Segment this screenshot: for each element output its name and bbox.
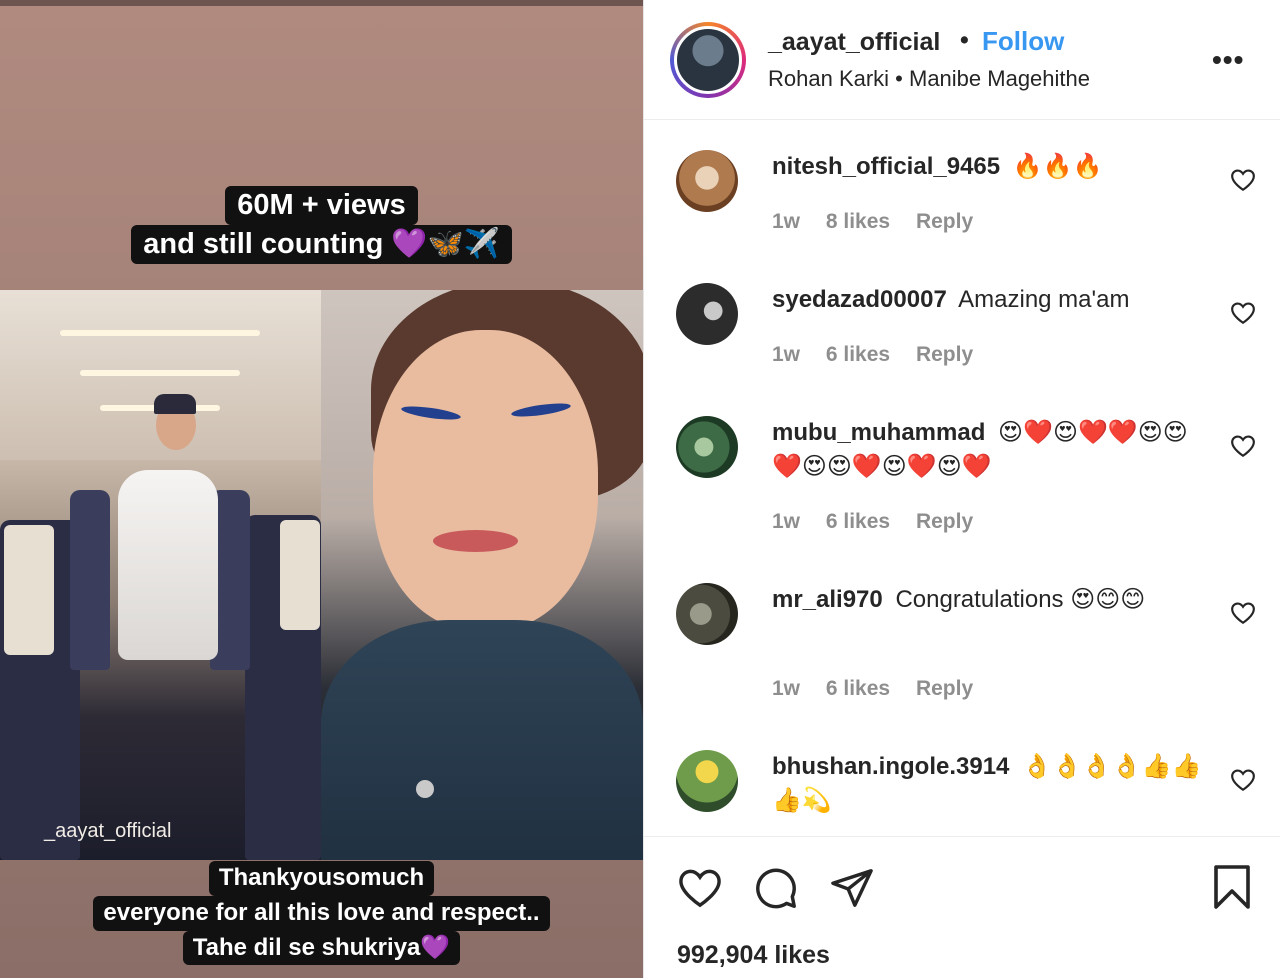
seat-headrest-cover: [280, 520, 320, 630]
author-username[interactable]: _aayat_official: [768, 28, 940, 57]
comment-avatar[interactable]: [676, 150, 738, 212]
comment-username[interactable]: bhushan.ingole.3914: [772, 753, 1009, 780]
comment-item: nitesh_official_9465 🔥🔥🔥 1w 8 likes Repl…: [644, 150, 1280, 260]
comment-time: 1w: [772, 343, 801, 366]
video-watermark: _aayat_official: [44, 820, 172, 842]
post-side-panel: _aayat_official • Follow Rohan Karki • M…: [643, 0, 1280, 978]
save-bookmark-icon[interactable]: [1212, 863, 1252, 911]
comment-text: syedazad00007 Amazing ma'am: [772, 283, 1212, 317]
cabin-light: [80, 370, 240, 376]
author-avatar[interactable]: [674, 26, 742, 94]
bottom-caption-line-3: Tahe dil se shukriya💜: [182, 930, 461, 966]
like-heart-icon[interactable]: [677, 867, 723, 909]
seat-headrest-cover: [4, 525, 54, 655]
comment-avatar[interactable]: [676, 583, 738, 645]
comment-body: Amazing ma'am: [958, 286, 1130, 313]
seat: [70, 490, 110, 670]
audio-info[interactable]: Rohan Karki • Manibe Magehithe: [768, 66, 1090, 92]
post-actions-bar: 992,904 likes: [644, 836, 1280, 978]
comment-reply-button[interactable]: Reply: [916, 210, 973, 233]
comment-likes[interactable]: 6 likes: [826, 343, 890, 366]
comment-item: syedazad00007 Amazing ma'am 1w 6 likes R…: [644, 283, 1280, 393]
follow-button[interactable]: Follow: [982, 26, 1064, 57]
comment-heart-icon[interactable]: [1230, 434, 1256, 458]
comment-heart-icon[interactable]: [1230, 601, 1256, 625]
cabin-light: [60, 330, 260, 336]
attendant-hat: [154, 394, 196, 414]
comment-reply-button[interactable]: Reply: [916, 343, 973, 366]
comment-avatar[interactable]: [676, 750, 738, 812]
comment-avatar[interactable]: [676, 416, 738, 478]
comment-text: bhushan.ingole.3914 👌👌👌👌👍👍👍💫: [772, 750, 1212, 818]
comment-reply-button[interactable]: Reply: [916, 510, 973, 533]
media-top-strip: [0, 0, 643, 6]
comment-icon[interactable]: [752, 865, 800, 911]
comment-meta: 1w 8 likes Reply: [772, 210, 993, 234]
comment-avatar[interactable]: [676, 283, 738, 345]
comment-time: 1w: [772, 677, 801, 700]
comment-username[interactable]: syedazad00007: [772, 286, 947, 313]
comment-meta: 1w 6 likes Reply: [772, 677, 993, 701]
comment-text: mubu_muhammad 😍❤️😍❤️❤️😍😍❤️😍😍❤️😍❤️😍❤️: [772, 416, 1212, 484]
likes-count[interactable]: 992,904 likes: [677, 941, 830, 970]
face: [373, 330, 598, 630]
comment-item: mr_ali970 Congratulations 😍😊😊 1w 6 likes…: [644, 583, 1280, 728]
comment-heart-icon[interactable]: [1230, 768, 1256, 792]
comment-heart-icon[interactable]: [1230, 301, 1256, 325]
author-story-ring[interactable]: [670, 22, 746, 98]
more-options-icon[interactable]: •••: [1212, 44, 1244, 76]
bottom-caption: Thankyousomuch everyone for all this lov…: [0, 861, 643, 966]
post-media[interactable]: 60M + views and still counting 💜🦋✈️ _aay…: [0, 0, 643, 978]
selfie-video-frame: [321, 290, 643, 860]
comment-text: nitesh_official_9465 🔥🔥🔥: [772, 150, 1212, 184]
top-caption: 60M + views and still counting 💜🦋✈️: [0, 186, 643, 264]
comment-text: mr_ali970 Congratulations 😍😊😊: [772, 583, 1212, 617]
shirt-button: [416, 780, 434, 798]
comment-item: mubu_muhammad 😍❤️😍❤️❤️😍😍❤️😍😍❤️😍❤️😍❤️ 1w …: [644, 416, 1280, 561]
comment-username[interactable]: mubu_muhammad: [772, 419, 985, 446]
share-paper-plane-icon[interactable]: [829, 867, 875, 909]
comment-likes[interactable]: 8 likes: [826, 210, 890, 233]
bottom-caption-line-2: everyone for all this love and respect..: [93, 895, 550, 931]
attendant-dress: [118, 470, 218, 660]
top-caption-line-2: and still counting 💜🦋✈️: [131, 224, 512, 264]
comment-username[interactable]: nitesh_official_9465: [772, 153, 1000, 180]
comment-reply-button[interactable]: Reply: [916, 677, 973, 700]
shirt: [321, 620, 643, 860]
comment-username[interactable]: mr_ali970: [772, 586, 883, 613]
comment-body: Congratulations 😍😊😊: [895, 586, 1146, 613]
post-header: _aayat_official • Follow Rohan Karki • M…: [644, 0, 1280, 120]
header-separator-dot: •: [960, 26, 969, 54]
comment-meta: 1w 6 likes Reply: [772, 343, 993, 367]
comment-heart-icon[interactable]: [1230, 168, 1256, 192]
comment-body: 🔥🔥🔥: [1012, 153, 1103, 180]
comment-meta: 1w 6 likes Reply: [772, 510, 993, 534]
comment-item: bhushan.ingole.3914 👌👌👌👌👍👍👍💫: [644, 750, 1280, 836]
comments-list: nitesh_official_9465 🔥🔥🔥 1w 8 likes Repl…: [644, 121, 1280, 836]
top-caption-line-1: 60M + views: [225, 186, 418, 225]
bottom-caption-line-1: Thankyousomuch: [208, 861, 435, 896]
comment-likes[interactable]: 6 likes: [826, 677, 890, 700]
comment-time: 1w: [772, 510, 801, 533]
comment-time: 1w: [772, 210, 801, 233]
lips: [433, 530, 518, 552]
comment-likes[interactable]: 6 likes: [826, 510, 890, 533]
